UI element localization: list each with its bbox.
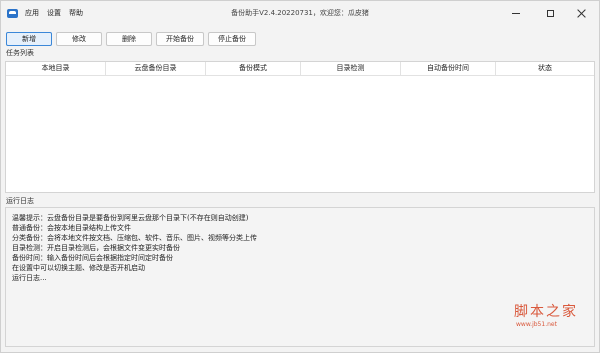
edit-task-button[interactable]: 修改: [56, 32, 102, 46]
task-table[interactable]: 本地目录 云盘备份目录 备份模式 目录检测 自动备份时间 状态: [5, 61, 595, 193]
log-line: 在设置中可以切换主题、修改是否开机启动: [12, 264, 145, 272]
column-header-backup-mode[interactable]: 备份模式: [206, 62, 301, 75]
add-task-button[interactable]: 新增: [6, 32, 52, 46]
app-window: 应用 设置 帮助 备份助手V2.4.20220731，欢迎您：瓜皮猪 新增 修改…: [0, 0, 600, 353]
minimize-button[interactable]: [501, 3, 531, 23]
task-list-label: 任务列表: [6, 49, 34, 57]
column-header-dir-detect[interactable]: 目录检测: [301, 62, 401, 75]
log-line: 目录检测：开启目录检测后，会根据文件变更实时备份: [12, 244, 180, 252]
maximize-icon: [546, 9, 554, 17]
title-bar: 应用 设置 帮助 备份助手V2.4.20220731，欢迎您：瓜皮猪: [1, 1, 599, 25]
delete-task-button[interactable]: 删除: [106, 32, 152, 46]
log-line: 普通备份：会按本地目录结构上传文件: [12, 224, 131, 232]
run-log-label: 运行日志: [6, 197, 34, 205]
maximize-button[interactable]: [535, 3, 565, 23]
log-line: 运行日志...: [12, 274, 47, 282]
watermark-url: www.jb51.net: [516, 321, 557, 328]
column-header-status[interactable]: 状态: [496, 62, 594, 75]
log-line: 分类备份：会将本地文件按文档、压缩包、软件、音乐、图片、视频等分类上传: [12, 234, 257, 242]
minimize-icon: [512, 12, 520, 14]
task-table-header: 本地目录 云盘备份目录 备份模式 目录检测 自动备份时间 状态: [6, 62, 594, 76]
column-header-local-dir[interactable]: 本地目录: [6, 62, 106, 75]
log-line: 温馨提示：云盘备份目录是要备份到阿里云盘那个目录下(不存在则自动创建): [12, 214, 249, 222]
column-header-cloud-dir[interactable]: 云盘备份目录: [106, 62, 206, 75]
log-line: 备份时间：输入备份时间后会根据指定时间定时备份: [12, 254, 173, 262]
close-icon: [577, 9, 586, 18]
stop-backup-button[interactable]: 停止备份: [208, 32, 256, 46]
watermark-text: 脚本之家: [514, 304, 578, 320]
start-backup-button[interactable]: 开始备份: [156, 32, 204, 46]
close-button[interactable]: [566, 3, 596, 23]
column-header-auto-time[interactable]: 自动备份时间: [401, 62, 496, 75]
watermark: 脚本之家 www.jb51.net: [506, 304, 586, 334]
